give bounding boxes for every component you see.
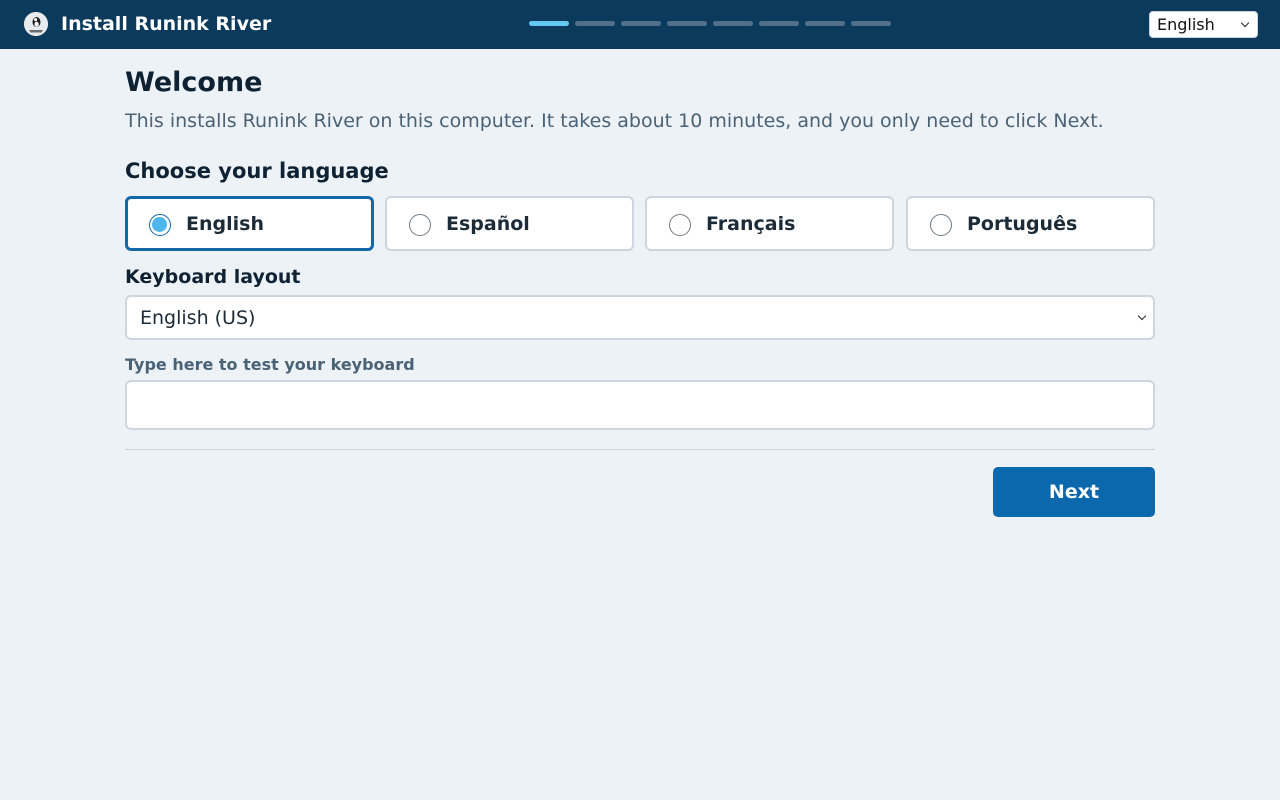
keyboard-layout-select[interactable]: English (US) [125, 295, 1155, 340]
language-option-label: Español [446, 213, 530, 235]
radio-button[interactable] [669, 214, 691, 236]
radio-button[interactable] [149, 214, 171, 236]
language-option-label: English [186, 213, 264, 235]
progress-step-4 [667, 21, 707, 26]
setup-progress-indicator [529, 21, 891, 26]
radio-button[interactable] [409, 214, 431, 236]
interface-language-value: English [1157, 15, 1215, 34]
language-option-label: Português [967, 213, 1078, 235]
progress-step-3 [621, 21, 661, 26]
language-option-label: Français [706, 213, 796, 235]
chevron-down-icon [1240, 18, 1250, 28]
progress-step-6 [759, 21, 799, 26]
runink-river-logo-icon [24, 12, 48, 36]
chevron-down-icon [1137, 311, 1147, 321]
progress-step-7 [805, 21, 845, 26]
progress-step-5 [713, 21, 753, 26]
interface-language-select[interactable]: English [1149, 11, 1258, 38]
progress-step-2 [575, 21, 615, 26]
progress-step-1 [529, 21, 569, 26]
page-title: Welcome [125, 67, 263, 98]
top-bar: Install Runink River English [0, 0, 1280, 49]
keyboard-layout-value: English (US) [140, 307, 256, 329]
radio-selected-dot [152, 217, 167, 232]
keyboard-layout-label: Keyboard layout [125, 266, 301, 288]
language-option-francais[interactable]: Français [645, 196, 894, 251]
language-option-english[interactable]: English [125, 196, 374, 251]
language-option-portugues[interactable]: Português [906, 196, 1155, 251]
intro-text: This installs Runink River on this compu… [125, 110, 1104, 132]
divider [125, 449, 1155, 450]
app-title: Install Runink River [61, 13, 272, 35]
progress-step-8 [851, 21, 891, 26]
keyboard-test-label: Type here to test your keyboard [125, 355, 415, 374]
language-section-title: Choose your language [125, 159, 389, 183]
keyboard-test-input[interactable] [125, 380, 1155, 430]
radio-button[interactable] [930, 214, 952, 236]
language-option-espanol[interactable]: Español [385, 196, 634, 251]
next-button[interactable]: Next [993, 467, 1155, 517]
